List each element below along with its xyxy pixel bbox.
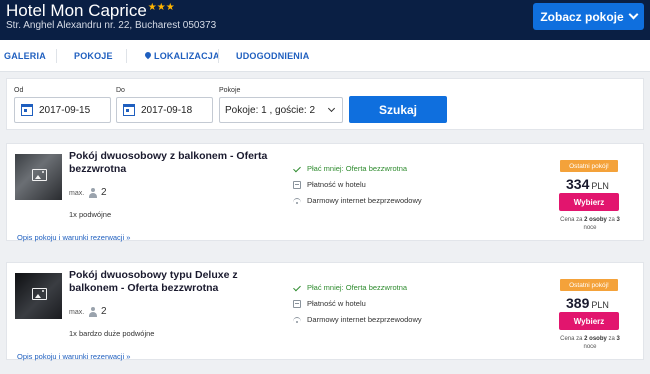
select-room-button[interactable]: Wybierz (559, 312, 619, 330)
last-room-badge: Ostatni pokój! (560, 279, 618, 291)
room-details-link[interactable]: Opis pokoju i warunki rezerwacji » (17, 352, 130, 361)
bed-type: 1x bardzo duże podwójne (69, 329, 155, 338)
room-title[interactable]: Pokój dwuosobowy typu Deluxe z balkonem … (69, 269, 279, 295)
hotel-icon (293, 180, 301, 189)
view-rooms-label: Zobacz pokoje (540, 9, 624, 24)
nav-divider (218, 49, 219, 63)
calendar-icon (21, 104, 33, 116)
price-note-nights: 3 (616, 217, 620, 223)
amenity-pay-at-hotel: Płatność w hotelu (293, 180, 366, 189)
nav-divider (56, 49, 57, 63)
person-icon (89, 307, 97, 317)
bed-type: 1x podwójne (69, 210, 112, 219)
price-note-mid: za (606, 217, 617, 223)
hotel-header: Hotel Mon Caprice★★★ Str. Anghel Alexand… (0, 0, 650, 40)
room-price: 334 PLN (566, 176, 609, 192)
price-note-prefix: Cena za (560, 336, 585, 342)
from-date-input[interactable]: 2017-09-15 (14, 97, 111, 123)
from-date-value: 2017-09-15 (39, 104, 91, 116)
amenity-label: Darmowy internet bezprzewodowy (307, 196, 422, 205)
room-card: Pokój dwuosobowy z balkonem - Oferta bez… (6, 143, 644, 242)
person-icon (89, 188, 97, 198)
chevron-down-icon (628, 9, 639, 20)
amenity-label: Darmowy internet bezprzewodowy (307, 315, 422, 324)
nav-tab-rooms[interactable]: POKOJE (74, 51, 113, 61)
room-photo[interactable] (15, 154, 62, 200)
rooms-guests-select[interactable]: Pokoje: 1 , goście: 2 (219, 97, 343, 123)
wifi-icon (293, 316, 301, 324)
amenity-wifi: Darmowy internet bezprzewodowy (293, 315, 422, 324)
location-pin-icon (143, 50, 153, 60)
room-price: 389 PLN (566, 295, 609, 311)
room-details-link[interactable]: Opis pokoju i warunki rezerwacji » (17, 233, 130, 242)
price-note-suffix: noce (583, 344, 597, 350)
star-rating-icon: ★★★ (147, 2, 175, 13)
hotel-name-text: Hotel Mon Caprice (6, 1, 147, 20)
amenity-pay-less: Płać mniej: Oferta bezzwrotna (293, 283, 407, 292)
amenity-label: Płać mniej: Oferta bezzwrotna (307, 164, 408, 173)
hotel-icon (293, 299, 301, 308)
price-note-prefix: Cena za (560, 217, 585, 223)
room-title[interactable]: Pokój dwuosobowy z balkonem - Oferta bez… (69, 150, 279, 176)
hotel-address: Str. Anghel Alexandru nr. 22, Bucharest … (6, 20, 217, 31)
price-currency: PLN (591, 300, 609, 310)
nav-tab-amenities[interactable]: UDOGODNIENIA (236, 51, 309, 61)
price-note-nights: 3 (616, 336, 620, 342)
price-note-suffix: noce (583, 225, 597, 231)
price-note-guests: 2 osoby (584, 217, 607, 223)
amenity-wifi: Darmowy internet bezprzewodowy (293, 196, 422, 205)
select-room-button[interactable]: Wybierz (559, 193, 619, 211)
calendar-icon (123, 104, 135, 116)
price-note-mid: za (606, 336, 617, 342)
nav-divider (126, 49, 127, 63)
rooms-guests-value: Pokoje: 1 , goście: 2 (225, 104, 316, 116)
room-photo[interactable] (15, 273, 62, 319)
rooms-label: Pokoje (219, 87, 241, 94)
to-date-value: 2017-09-18 (141, 104, 193, 116)
to-date-label: Do (116, 87, 125, 94)
gallery-icon (32, 288, 47, 300)
search-button[interactable]: Szukaj (349, 96, 447, 123)
gallery-icon (32, 169, 47, 181)
to-date-input[interactable]: 2017-09-18 (116, 97, 213, 123)
max-guests-value: 2 (101, 306, 107, 317)
nav-tab-location-label: LOKALIZACJA (154, 51, 220, 61)
search-panel: Od 2017-09-15 Do 2017-09-18 Pokoje Pokoj… (6, 78, 644, 130)
view-rooms-button[interactable]: Zobacz pokoje (533, 3, 644, 30)
price-note: Cena za 2 osoby za 3 noce (555, 335, 625, 351)
price-currency: PLN (591, 181, 609, 191)
wifi-icon (293, 197, 301, 205)
price-note-guests: 2 osoby (584, 336, 607, 342)
hotel-nav: GALERIA POKOJE LOKALIZACJA UDOGODNIENIA (0, 40, 650, 72)
price-note: Cena za 2 osoby za 3 noce (555, 216, 625, 232)
last-room-badge: Ostatni pokój! (560, 160, 618, 172)
max-guests-label: max. (69, 190, 85, 197)
amenity-pay-less: Płać mniej: Oferta bezzwrotna (293, 164, 407, 173)
price-value: 389 (566, 295, 590, 311)
check-icon (293, 165, 301, 173)
hotel-name: Hotel Mon Caprice★★★ (6, 1, 175, 21)
price-value: 334 (566, 176, 590, 192)
max-guests-value: 2 (101, 187, 107, 198)
nav-tab-gallery[interactable]: GALERIA (4, 51, 46, 61)
max-guests-label: max. (69, 309, 85, 316)
check-icon (293, 284, 301, 292)
chevron-down-icon (327, 104, 336, 113)
room-card: Pokój dwuosobowy typu Deluxe z balkonem … (6, 262, 644, 361)
nav-tab-location[interactable]: LOKALIZACJA (143, 50, 220, 61)
amenity-label: Płatność w hotelu (307, 180, 366, 189)
amenity-label: Płatność w hotelu (307, 299, 366, 308)
from-date-label: Od (14, 87, 24, 94)
amenity-label: Płać mniej: Oferta bezzwrotna (307, 283, 408, 292)
amenity-pay-at-hotel: Płatność w hotelu (293, 299, 366, 308)
